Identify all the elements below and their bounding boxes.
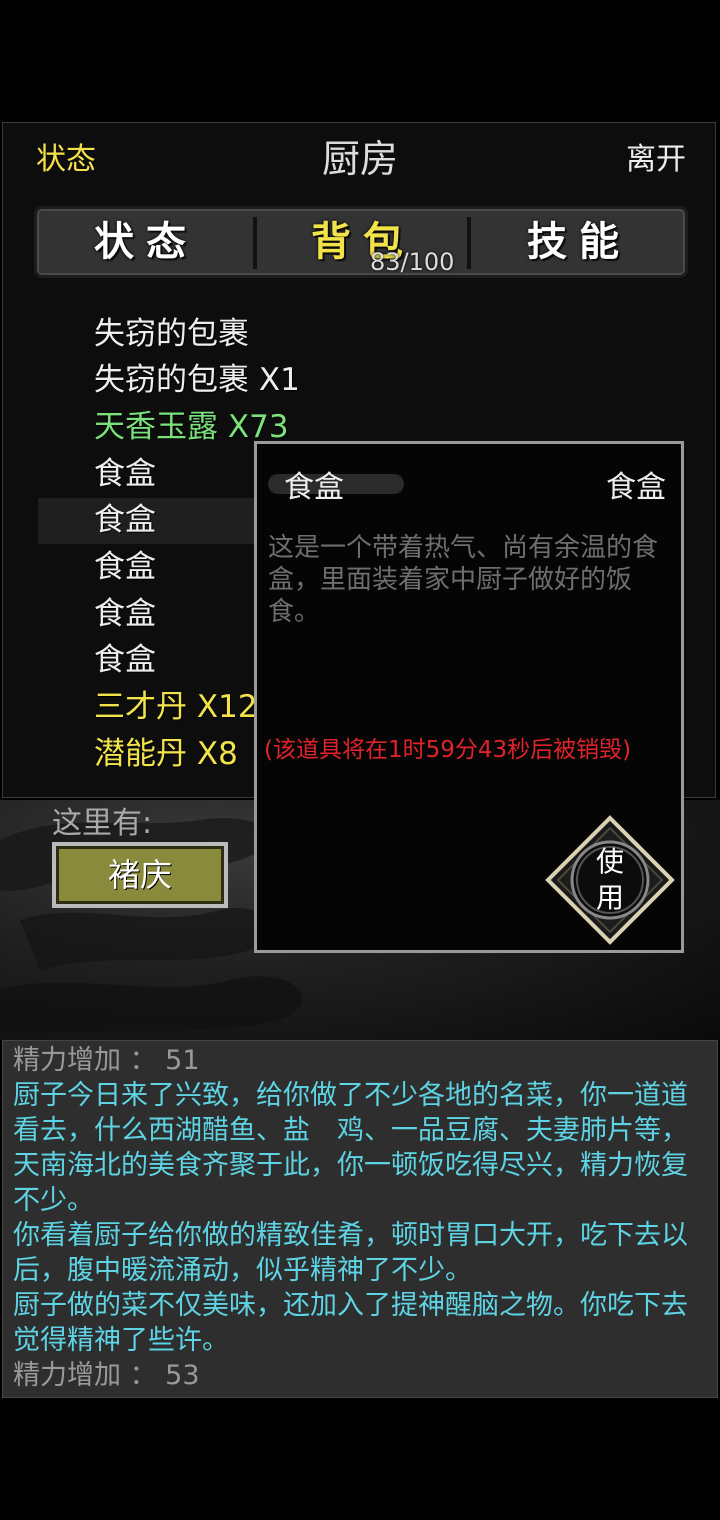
tab-skill[interactable]: 技能 — [471, 209, 687, 275]
use-label-line1: 使 — [595, 845, 624, 878]
log-line: 厨子今日来了兴致，给你做了不少各地的名菜，你一道道看去，什么西湖醋鱼、盐 鸡、一… — [13, 1080, 688, 1216]
use-button-label[interactable]: 使 用 — [580, 844, 640, 916]
item-label: 食盒 — [94, 596, 156, 632]
popup-item-type: 食盒 — [606, 470, 666, 505]
log-line: 精力增加 ： 51 — [13, 1045, 200, 1076]
inventory-item[interactable]: 食盒 — [76, 638, 248, 682]
leave-button[interactable]: 离开 — [626, 134, 686, 178]
npc-button-chuqing[interactable]: 褚庆 — [52, 842, 228, 908]
inventory-item[interactable]: 失窃的包裹 X1 — [76, 358, 300, 402]
message-log: 精力增加 ： 51 厨子今日来了兴致，给你做了不少各地的名菜，你一道道看去，什么… — [2, 1040, 718, 1398]
item-label: 食盒 — [94, 642, 156, 678]
inventory-item[interactable]: 食盒 — [76, 452, 248, 496]
tab-status[interactable]: 状态 — [37, 209, 255, 275]
item-label: 食盒 — [94, 502, 156, 538]
item-label: 天香玉露 X73 — [94, 409, 289, 445]
popup-expire-note: (该道具将在1时59分43秒后被销毁) — [264, 737, 632, 763]
item-label: 食盒 — [94, 549, 156, 585]
item-label: 失窃的包裹 X1 — [94, 362, 300, 398]
log-line: 你看着厨子给你做的精致佳肴，顿时胃口大开，吃下去以后，腹中暖流涌动，似乎精神了不… — [13, 1220, 688, 1286]
popup-description: 这是一个带着热气、尚有余温的食盒，里面装着家中厨子做好的饭食。 — [268, 533, 659, 627]
inventory-item[interactable]: 三才丹 X12 — [76, 685, 258, 729]
item-label: 食盒 — [94, 456, 156, 492]
item-label: 失窃的包裹 — [94, 316, 249, 352]
item-label: 三才丹 X12 — [94, 689, 258, 725]
tab-bar: 状态 背包 技能 — [34, 206, 688, 278]
log-line: 厨子做的菜不仅美味，还加入了提神醒脑之物。你吃下去觉得精神了些许。 — [13, 1290, 688, 1356]
log-line: 精力增加 ： 53 — [13, 1360, 200, 1391]
inventory-item[interactable]: 潜能丹 X8 — [76, 732, 248, 776]
here-label: 这里有: — [52, 806, 153, 841]
use-label-line2: 用 — [595, 881, 624, 914]
status-link[interactable]: 状态 — [36, 134, 96, 178]
inventory-item[interactable]: 失窃的包裹 — [76, 312, 249, 356]
item-label: 潜能丹 X8 — [94, 736, 238, 772]
inventory-item[interactable]: 食盒 — [76, 498, 248, 542]
inventory-item[interactable]: 食盒 — [76, 545, 248, 589]
bag-capacity: 83/100 — [370, 248, 455, 276]
inventory-item[interactable]: 食盒 — [76, 592, 248, 636]
popup-item-name: 食盒 — [284, 470, 344, 505]
